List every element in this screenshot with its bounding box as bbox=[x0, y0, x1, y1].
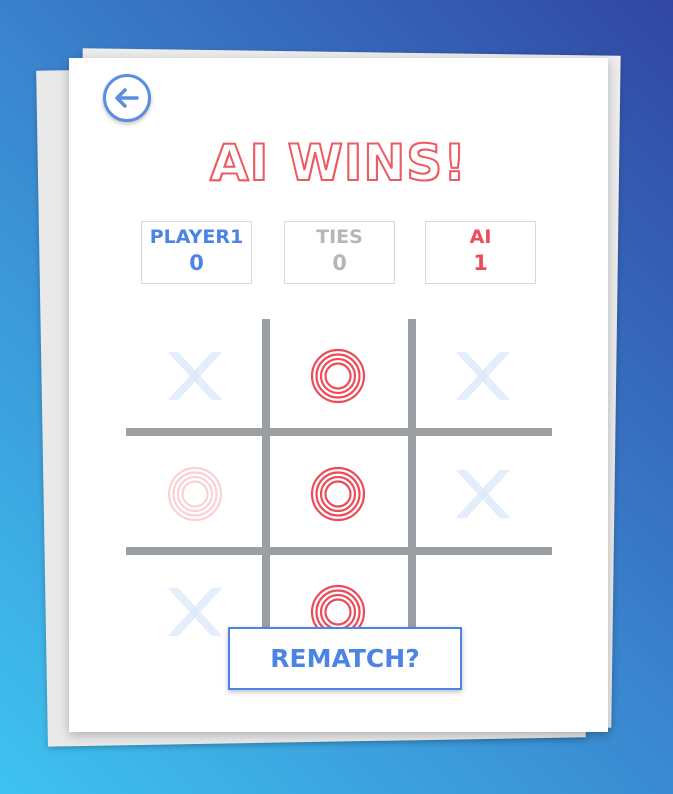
rematch-button[interactable]: REMATCH? bbox=[228, 627, 462, 690]
arrow-left-icon bbox=[115, 88, 139, 108]
score-ai-label: AI bbox=[469, 226, 492, 248]
score-ties-label: TIES bbox=[316, 226, 363, 248]
score-player1: PLAYER1 0 bbox=[141, 221, 252, 284]
x-mark-icon bbox=[168, 351, 222, 401]
grid-line-vertical-2 bbox=[408, 319, 416, 675]
score-player1-value: 0 bbox=[189, 251, 204, 275]
result-title: AI WINS! bbox=[209, 133, 468, 193]
o-mark-icon bbox=[167, 466, 223, 522]
score-ai-value: 1 bbox=[473, 251, 488, 275]
back-button[interactable] bbox=[103, 74, 151, 122]
board-cell[interactable] bbox=[417, 439, 549, 549]
x-mark-icon bbox=[456, 351, 510, 401]
x-mark-icon bbox=[168, 587, 222, 637]
grid-line-vertical-1 bbox=[262, 319, 270, 675]
score-player1-label: PLAYER1 bbox=[149, 226, 244, 248]
score-ai: AI 1 bbox=[425, 221, 536, 284]
board-cell[interactable] bbox=[417, 321, 549, 431]
board-cell[interactable] bbox=[129, 439, 261, 549]
board-cell[interactable] bbox=[272, 321, 404, 431]
score-ties: TIES 0 bbox=[284, 221, 395, 284]
board-cell[interactable] bbox=[272, 439, 404, 549]
o-mark-icon bbox=[310, 466, 366, 522]
board-cell[interactable] bbox=[129, 321, 261, 431]
x-mark-icon bbox=[456, 469, 510, 519]
score-ties-value: 0 bbox=[332, 251, 347, 275]
o-mark-icon bbox=[310, 348, 366, 404]
